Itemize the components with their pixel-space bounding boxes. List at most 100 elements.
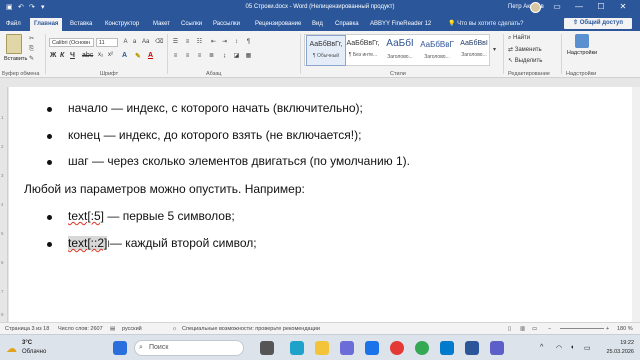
bold-icon[interactable]: Ж	[50, 52, 56, 59]
replace-button[interactable]: ⇄ Заменить	[508, 46, 542, 53]
accessibility-status[interactable]: Специальные возможности: проверьте реком…	[182, 326, 320, 332]
minimize-button[interactable]: —	[572, 2, 586, 11]
read-mode-icon[interactable]: ▥	[520, 326, 525, 332]
share-button[interactable]: ⇧ Общий доступ	[564, 18, 632, 29]
line-spacing-icon[interactable]: ↨	[221, 53, 228, 59]
underline-icon[interactable]: Ч	[70, 52, 75, 59]
tab-layout[interactable]: Макет	[149, 18, 174, 31]
align-right-icon[interactable]: ≡	[196, 53, 203, 59]
bullet-item-example-2[interactable]: text[::2]I— каждый второй символ;	[68, 236, 257, 250]
volume-icon[interactable]: ◖	[570, 344, 574, 351]
vscode-icon[interactable]	[440, 341, 454, 355]
grow-font-icon[interactable]: A	[122, 39, 129, 45]
style-no-spacing[interactable]: АаБбВвГг, ¶ Без инте...	[343, 35, 383, 66]
font-color-icon[interactable]: A	[148, 52, 153, 59]
zoom-in-icon[interactable]: +	[606, 326, 609, 332]
align-center-icon[interactable]: ≡	[184, 53, 191, 59]
tab-view[interactable]: Вид	[308, 18, 327, 31]
edge-icon[interactable]	[290, 341, 304, 355]
word-icon[interactable]	[465, 341, 479, 355]
styles-more-icon[interactable]: ▾	[491, 47, 498, 53]
font-name-box[interactable]: Calibri (Основн	[49, 38, 94, 47]
justify-icon[interactable]: ≣	[208, 53, 215, 59]
document-page[interactable]: начало — индекс, с которого начать (вклю…	[9, 87, 638, 322]
teams-icon[interactable]	[490, 341, 504, 355]
sort-icon[interactable]: ↕	[233, 39, 240, 45]
tab-home[interactable]: Главная	[30, 18, 63, 31]
tab-help[interactable]: Справка	[331, 18, 363, 31]
multilevel-list-icon[interactable]: ☷	[196, 39, 203, 45]
yandex-icon[interactable]	[390, 341, 404, 355]
tray-chevron-icon[interactable]: ^	[540, 344, 543, 351]
style-heading-2[interactable]: АаБбВвГ Заголово...	[417, 35, 457, 66]
style-heading-3[interactable]: АаБбВвІ Заголово...	[454, 35, 494, 66]
addins-button[interactable]: Надстройки	[566, 34, 598, 56]
print-layout-icon[interactable]: ▭	[532, 326, 537, 332]
bullet-item-example-1[interactable]: text[:5] — первые 5 символов;	[68, 209, 235, 223]
tab-abbyy[interactable]: ABBYY FineReader 12	[366, 18, 435, 31]
language[interactable]: русский	[122, 326, 142, 332]
borders-icon[interactable]: ▦	[245, 53, 252, 59]
chrome-icon[interactable]	[415, 341, 429, 355]
superscript-icon[interactable]: x²	[108, 52, 113, 58]
bullets-icon[interactable]: ☰	[172, 39, 179, 45]
increase-indent-icon[interactable]: ⇥	[221, 39, 228, 45]
find-button[interactable]: ⌕ Найти	[508, 35, 530, 42]
ribbon-display-icon[interactable]: ▭	[550, 2, 564, 11]
body-paragraph[interactable]: Любой из параметров можно опустить. Напр…	[24, 182, 305, 196]
format-painter-icon[interactable]: ✎	[28, 56, 35, 62]
highlight-icon[interactable]: ✎	[135, 52, 141, 60]
battery-icon[interactable]: ▭	[584, 344, 591, 352]
vertical-scrollbar[interactable]	[632, 87, 640, 322]
clock-date[interactable]: 25.03.2026	[600, 349, 634, 355]
focus-mode-icon[interactable]: ▯	[508, 326, 511, 332]
paste-icon[interactable]	[6, 34, 22, 54]
italic-icon[interactable]: К	[60, 52, 64, 59]
windows-start-icon[interactable]	[113, 341, 127, 355]
paste-button-label[interactable]: Вставить	[4, 56, 27, 62]
page-count[interactable]: Страница 3 из 18	[5, 326, 49, 332]
tab-design[interactable]: Конструктор	[101, 18, 143, 31]
zoom-level[interactable]: 180 %	[617, 326, 633, 332]
tab-file[interactable]: Файл	[2, 18, 25, 31]
style-normal[interactable]: АаБбВвГг, ¶ Обычный	[306, 35, 346, 66]
search-box[interactable]: Поиск	[134, 340, 244, 356]
tab-references[interactable]: Ссылки	[177, 18, 206, 31]
maximize-button[interactable]: ☐	[594, 2, 608, 11]
wifi-icon[interactable]: ◠	[556, 344, 562, 352]
explorer-icon[interactable]	[315, 341, 329, 355]
task-view-icon[interactable]	[260, 341, 274, 355]
mail-icon[interactable]	[365, 341, 379, 355]
bullet-item-stop[interactable]: конец — индекс, до которого взять (не вк…	[68, 128, 361, 142]
text-effects-icon[interactable]: A	[122, 52, 127, 59]
align-left-icon[interactable]: ≡	[172, 53, 179, 59]
zoom-slider[interactable]	[560, 328, 604, 329]
zoom-out-icon[interactable]: −	[548, 326, 551, 332]
store-icon[interactable]	[340, 341, 354, 355]
clear-formatting-icon[interactable]: ⌫	[155, 39, 163, 45]
close-button[interactable]: ✕	[616, 2, 630, 11]
weather-temp[interactable]: 3°C	[22, 340, 32, 346]
decrease-indent-icon[interactable]: ⇤	[210, 39, 217, 45]
accessibility-icon[interactable]: ☼	[172, 326, 177, 332]
proofing-icon[interactable]: ▤	[110, 326, 115, 332]
tab-insert[interactable]: Вставка	[66, 18, 96, 31]
weather-desc[interactable]: Облачно	[22, 349, 46, 355]
tab-review[interactable]: Рецензирование	[251, 18, 305, 31]
change-case-icon[interactable]: Aa	[142, 39, 149, 45]
font-size-box[interactable]: 11	[96, 38, 118, 47]
cut-icon[interactable]: ✂	[28, 36, 35, 42]
word-count[interactable]: Число слов: 2607	[58, 326, 103, 332]
shading-icon[interactable]: ◪	[233, 53, 240, 59]
select-button[interactable]: ↖ Выделить	[508, 57, 542, 64]
copy-icon[interactable]: ⎘	[28, 46, 35, 52]
style-heading-1[interactable]: АаБбI Заголово...	[380, 35, 420, 66]
bullet-item-step[interactable]: шаг — через сколько элементов двигаться …	[68, 154, 410, 168]
clock-time[interactable]: 19:22	[600, 340, 634, 346]
tell-me-search[interactable]: 💡 Что вы хотите сделать?	[448, 20, 523, 27]
bullet-item-start[interactable]: начало — индекс, с которого начать (вклю…	[68, 101, 363, 115]
subscript-icon[interactable]: x₂	[98, 52, 103, 58]
tab-mailings[interactable]: Рассылки	[209, 18, 244, 31]
numbering-icon[interactable]: ≡	[184, 39, 191, 45]
strikethrough-icon[interactable]: abc	[82, 52, 93, 59]
